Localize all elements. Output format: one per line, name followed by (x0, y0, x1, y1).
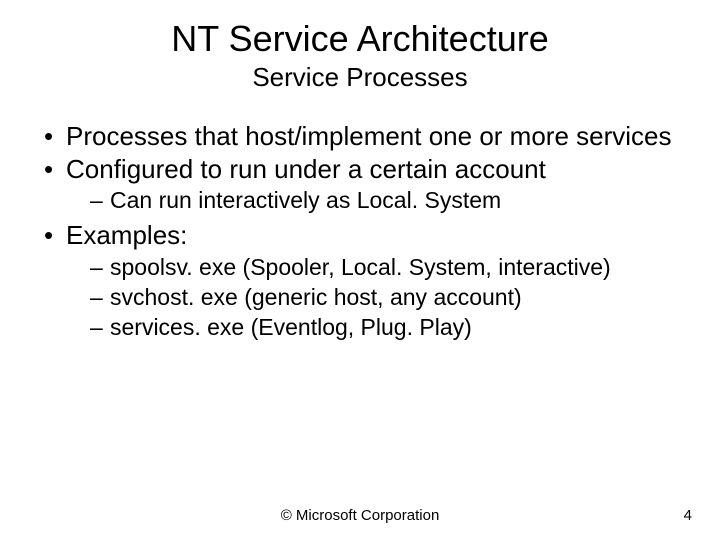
sub-bullet-item: services. exe (Eventlog, Plug. Play) (90, 313, 680, 341)
sub-bullet-text: services. exe (Eventlog, Plug. Play) (110, 314, 472, 340)
sub-bullet-item: spoolsv. exe (Spooler, Local. System, in… (90, 253, 680, 281)
slide-subtitle: Service Processes (40, 62, 680, 93)
bullet-text: Examples: (66, 220, 187, 250)
footer-copyright: © Microsoft Corporation (0, 507, 720, 524)
bullet-item: Configured to run under a certain accoun… (40, 154, 680, 215)
sub-bullet-text: Can run interactively as Local. System (110, 187, 501, 213)
sub-bullet-list: spoolsv. exe (Spooler, Local. System, in… (66, 253, 680, 341)
sub-bullet-text: svchost. exe (generic host, any account) (110, 284, 522, 310)
sub-bullet-item: Can run interactively as Local. System (90, 186, 680, 214)
slide-title: NT Service Architecture (40, 18, 680, 60)
bullet-text: Processes that host/implement one or mor… (66, 121, 671, 151)
bullet-text: Configured to run under a certain accoun… (66, 154, 546, 184)
sub-bullet-list: Can run interactively as Local. System (66, 186, 680, 214)
page-number: 4 (684, 507, 692, 524)
sub-bullet-text: spoolsv. exe (Spooler, Local. System, in… (110, 254, 611, 280)
sub-bullet-item: svchost. exe (generic host, any account) (90, 283, 680, 311)
bullet-item: Processes that host/implement one or mor… (40, 121, 680, 152)
bullet-item: Examples: spoolsv. exe (Spooler, Local. … (40, 220, 680, 341)
bullet-list: Processes that host/implement one or mor… (40, 121, 680, 341)
slide: NT Service Architecture Service Processe… (0, 0, 720, 540)
